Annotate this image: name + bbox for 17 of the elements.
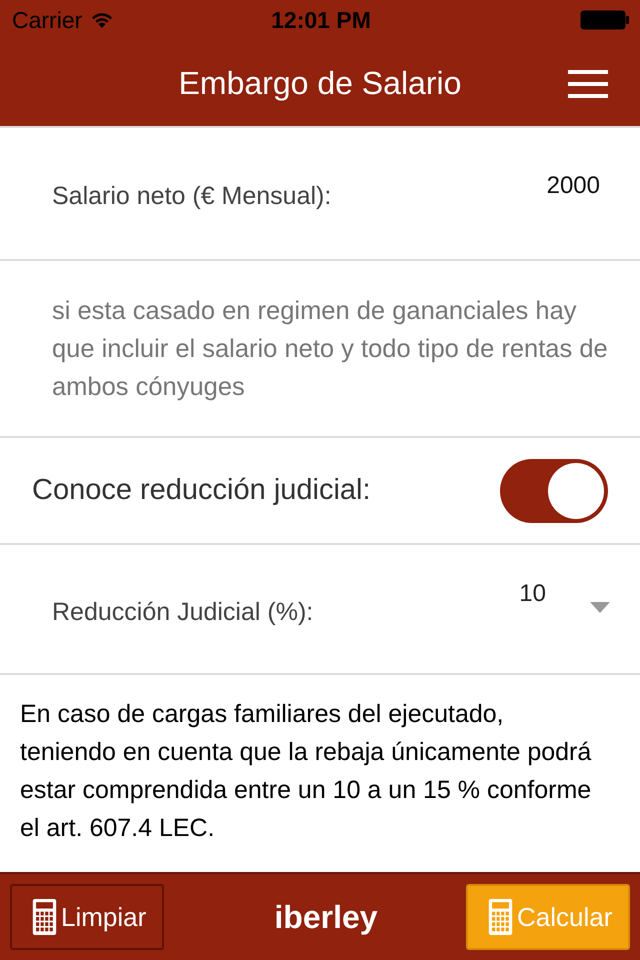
hint-text: si esta casado en regimen de gananciales hay que incluir el salario neto y todo tipo de rentas de ambos cónyuges xyxy=(52,296,609,402)
calculator-icon xyxy=(488,899,513,935)
toggle-label: Conoce reducción judicial: xyxy=(32,474,371,507)
brand-logo: iberley xyxy=(274,898,378,936)
screen-title: Embargo de Salario xyxy=(178,64,462,102)
dropdown-caret-icon xyxy=(590,602,610,614)
status-time: 12:01 PM xyxy=(271,6,371,34)
field-label: Salario neto (€ Mensual): xyxy=(52,182,332,211)
wifi-icon xyxy=(90,11,114,29)
reduction-dropdown[interactable]: 10 xyxy=(519,574,610,614)
carrier-name: Carrier xyxy=(12,6,82,34)
info-text: En caso de cargas familiares del ejecutado, teniendo en cuenta que la rebaja únicamente podrá estar comprendida entre un 10 a un 15 % conforme el art. 607.4 LEC. xyxy=(20,699,592,844)
field-label: Reducción Judicial (%): xyxy=(52,598,314,626)
menu-icon[interactable] xyxy=(568,70,608,98)
calculator-icon xyxy=(32,899,57,935)
clear-button[interactable]: Limpiar xyxy=(10,884,164,950)
battery-icon xyxy=(580,10,630,30)
